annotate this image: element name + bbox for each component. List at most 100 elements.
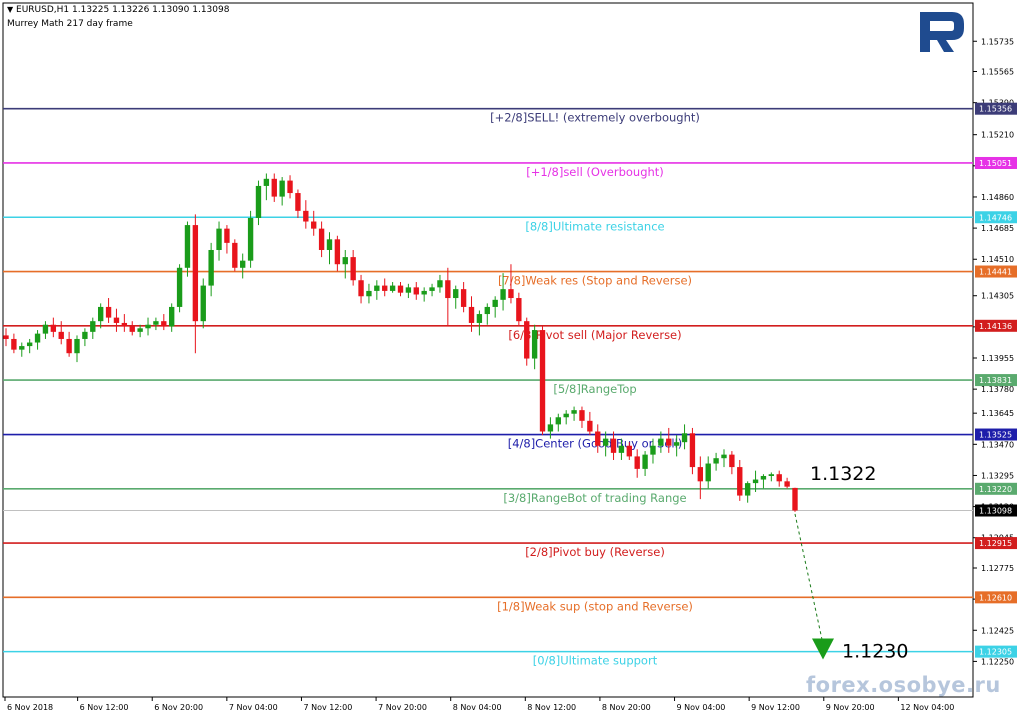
price-tag-label: 1.15051 xyxy=(979,159,1012,168)
candle-body xyxy=(610,438,617,453)
annotation-price-label: 1.1322 xyxy=(810,463,876,485)
candle-body xyxy=(666,438,672,446)
x-tick-label: 8 Nov 20:00 xyxy=(602,703,651,712)
candle-body xyxy=(121,322,128,327)
y-tick-label: 1.12250 xyxy=(981,657,1014,666)
price-tag-label: 1.13831 xyxy=(979,376,1012,385)
candle-body xyxy=(752,479,759,484)
candle-body xyxy=(255,185,262,218)
y-tick-label: 1.13645 xyxy=(981,409,1014,418)
candle-body xyxy=(689,433,696,468)
candle-body xyxy=(90,321,96,332)
symbol-header: ▼ EURUSD,H1 1.13225 1.13226 1.13090 1.13… xyxy=(7,5,229,15)
candle-body xyxy=(642,454,648,469)
candle-body xyxy=(626,445,632,457)
y-tick-label: 1.15735 xyxy=(981,37,1014,46)
y-tick-label: 1.13470 xyxy=(981,440,1014,449)
candle-body xyxy=(42,324,49,334)
y-tick-label: 1.12425 xyxy=(981,626,1014,635)
murrey-level-label: [8/8]Ultimate resistance xyxy=(525,219,664,233)
candle-body xyxy=(571,410,577,414)
candle-body xyxy=(681,433,688,443)
y-tick-label: 1.13780 xyxy=(981,385,1014,394)
candle-body xyxy=(240,260,246,268)
candle-body xyxy=(784,481,790,487)
candle-body xyxy=(744,483,751,496)
candle-body xyxy=(113,317,120,323)
price-tag-label: 1.14441 xyxy=(979,268,1012,277)
candle-body xyxy=(531,330,538,359)
candle-body xyxy=(358,280,364,297)
candle-body xyxy=(500,289,506,300)
candle-body xyxy=(602,438,609,446)
candle-body xyxy=(705,463,711,482)
indicator-label: Murrey Math 217 day frame xyxy=(7,19,133,29)
x-tick-label: 8 Nov 12:00 xyxy=(527,703,576,712)
candle-body xyxy=(66,338,72,354)
murrey-level-label: [0/8]Ultimate support xyxy=(533,654,658,668)
candle-body xyxy=(429,287,435,291)
candle-body xyxy=(697,467,704,482)
candle-body xyxy=(673,442,680,446)
murrey-level-label: [2/8]Pivot buy (Reverse) xyxy=(525,545,665,559)
dropdown-triangle-icon[interactable]: ▼ xyxy=(7,5,13,14)
candle-body xyxy=(153,321,159,325)
murrey-level-label: [4/8]Center (Good Buy or Sell) xyxy=(508,437,683,451)
watermark: forex.osobye.ru xyxy=(806,673,1001,697)
y-tick-label: 1.12775 xyxy=(981,564,1014,573)
x-tick-label: 6 Nov 12:00 xyxy=(80,703,129,712)
candle-body xyxy=(595,431,601,446)
candle-body xyxy=(192,225,199,322)
candle-body xyxy=(776,474,782,482)
candle-body xyxy=(437,280,443,288)
candle-body xyxy=(760,475,767,480)
candle-body xyxy=(216,228,222,250)
candle-body xyxy=(303,210,309,222)
candle-body xyxy=(58,331,64,339)
price-tag-label: 1.12915 xyxy=(979,539,1012,548)
candle-body xyxy=(634,456,640,469)
price-tag-label: 1.13525 xyxy=(979,431,1012,440)
candle-body xyxy=(421,290,427,295)
candle-body xyxy=(129,326,135,332)
y-tick-label: 1.15210 xyxy=(981,131,1014,140)
plot-area xyxy=(2,2,974,698)
candle-body xyxy=(524,321,530,359)
candle-body xyxy=(97,306,104,322)
candle-body xyxy=(484,306,490,315)
candle-body xyxy=(184,225,191,268)
candle-body xyxy=(161,321,167,327)
murrey-level-label: [+2/8]SELL! (extremely overbought) xyxy=(490,111,700,125)
candle-body xyxy=(26,342,33,347)
candle-body xyxy=(492,299,498,307)
price-chart[interactable]: 1.157351.155651.153901.152101.150351.148… xyxy=(0,0,1018,717)
candle-body xyxy=(397,285,404,293)
candle-body xyxy=(405,287,412,293)
candle-body xyxy=(326,239,333,250)
x-tick-label: 7 Nov 04:00 xyxy=(229,703,278,712)
candle-body xyxy=(145,324,151,329)
candle-body xyxy=(555,417,561,425)
x-tick-label: 8 Nov 04:00 xyxy=(453,703,502,712)
y-tick-label: 1.13955 xyxy=(981,354,1014,363)
candle-body xyxy=(11,338,17,350)
candle-body xyxy=(476,314,483,323)
murrey-level-label: [5/8]RangeTop xyxy=(553,382,636,396)
candle-body xyxy=(618,445,625,453)
candle-body xyxy=(737,467,743,496)
candle-body xyxy=(334,239,341,265)
candle-body xyxy=(279,180,285,197)
candle-body xyxy=(374,285,380,291)
candle-body xyxy=(658,438,664,446)
candle-body xyxy=(382,285,388,291)
murrey-level-label: [1/8]Weak sup (stop and Reverse) xyxy=(497,599,693,613)
price-tag-label: 1.13220 xyxy=(979,485,1012,494)
candle-body xyxy=(547,424,554,432)
x-tick-label: 9 Nov 20:00 xyxy=(826,703,875,712)
candle-body xyxy=(105,306,112,318)
candle-body xyxy=(342,257,348,265)
price-tag-label: 1.12305 xyxy=(979,648,1012,657)
candle-body xyxy=(176,267,183,307)
candle-body xyxy=(50,324,57,332)
candle-body xyxy=(169,306,175,327)
